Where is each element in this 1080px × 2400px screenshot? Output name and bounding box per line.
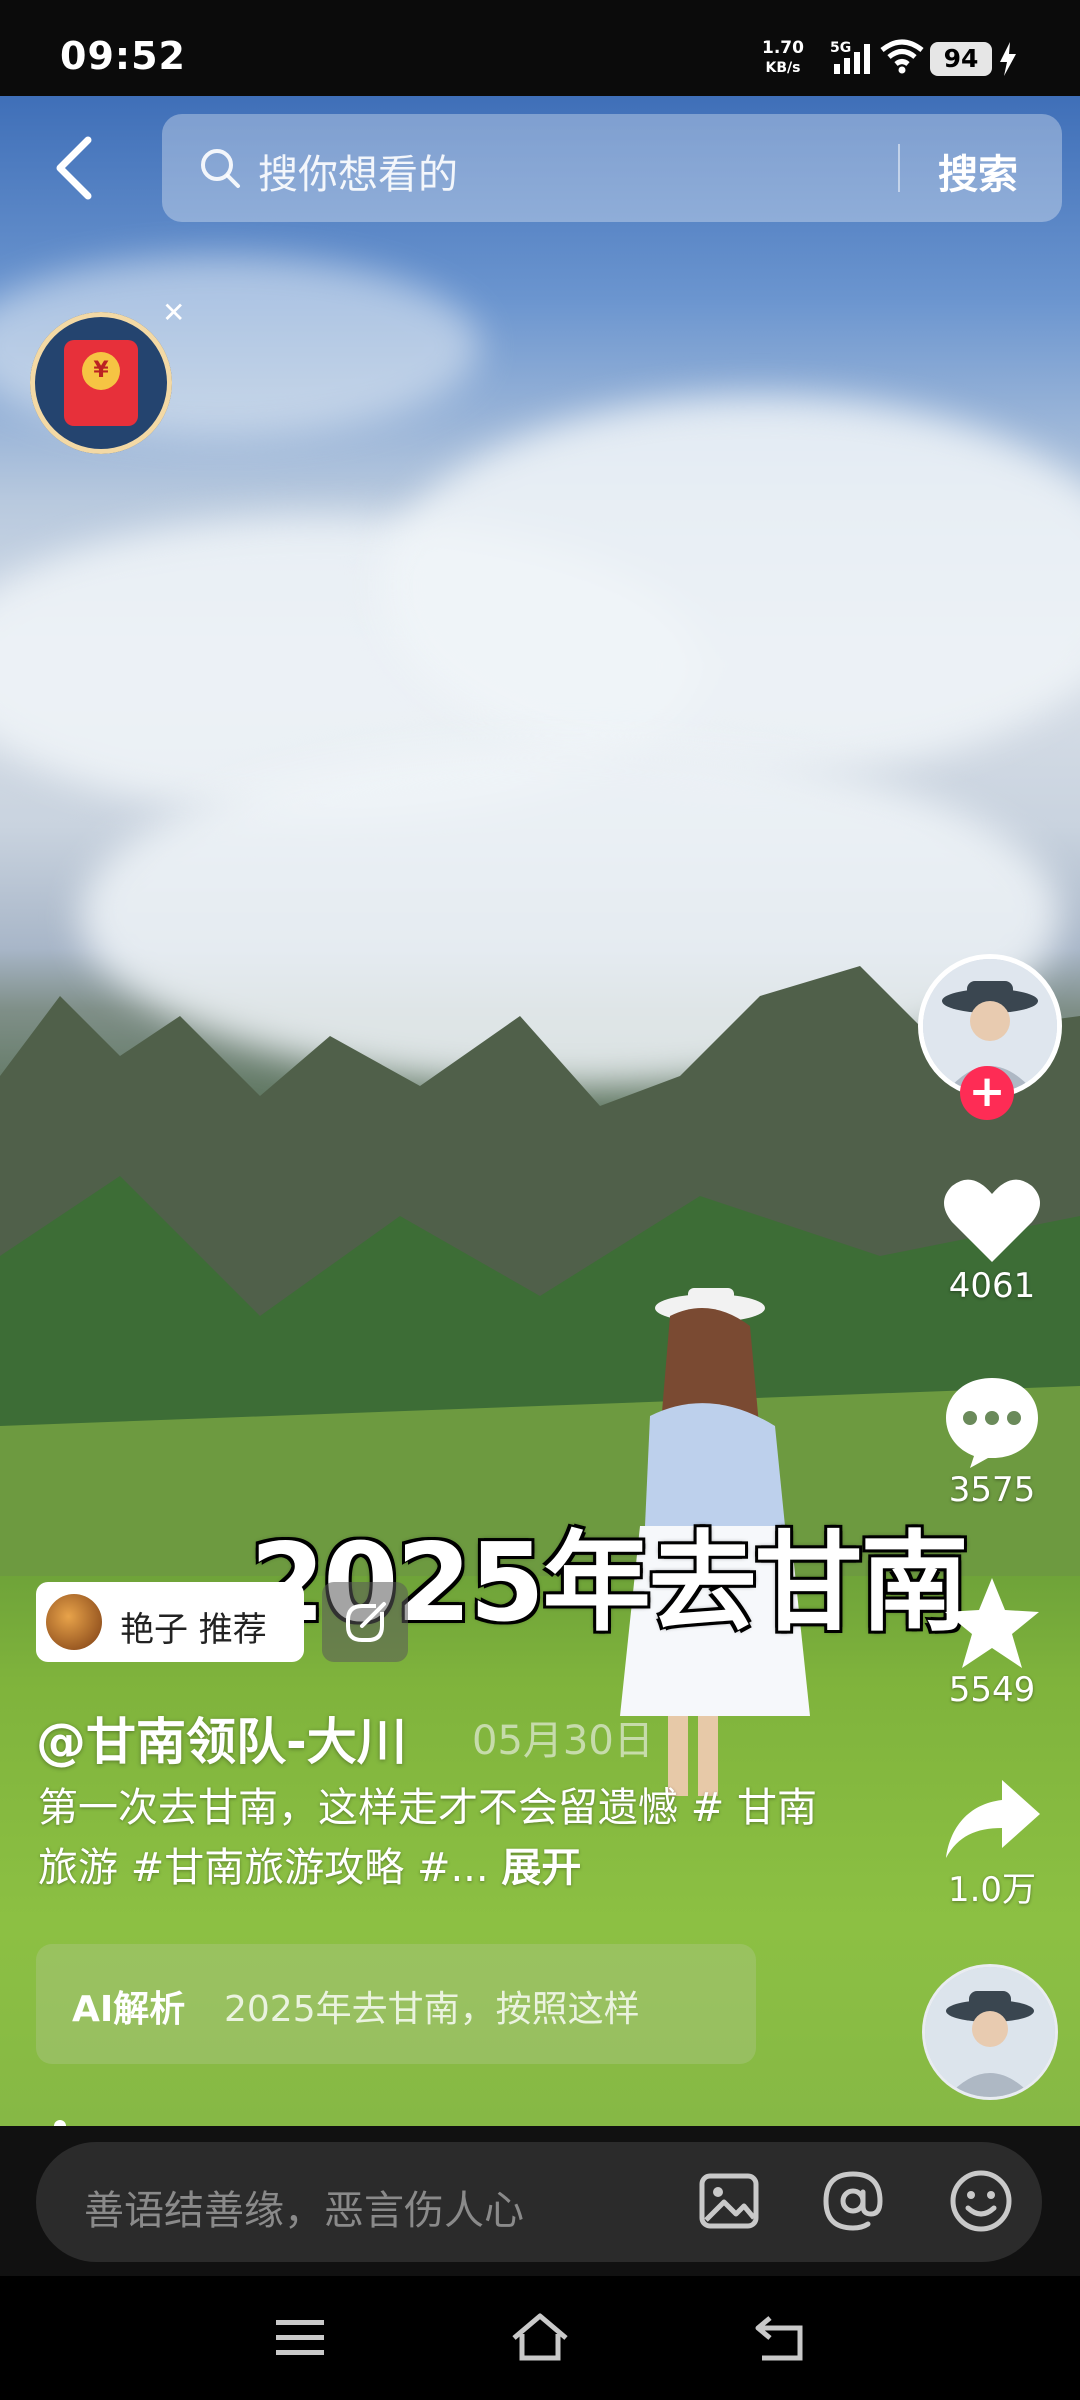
like-button[interactable]: 4061 <box>922 1176 1062 1306</box>
menu-icon[interactable] <box>270 2312 330 2364</box>
recommender-chip[interactable]: 艳子 推荐 <box>36 1582 304 1662</box>
post-date: 05月30日 <box>472 1718 654 1764</box>
red-packet-widget[interactable]: ¥ <box>30 312 172 454</box>
search-divider <box>898 144 900 192</box>
share-count: 1.0万 <box>947 1870 1037 1910</box>
network-type: 5G <box>830 40 851 56</box>
edit-recommend-button[interactable] <box>322 1582 408 1662</box>
music-disc-avatar[interactable] <box>922 1964 1058 2100</box>
search-button[interactable]: 搜索 <box>938 142 1018 200</box>
like-count: 4061 <box>948 1266 1036 1306</box>
recommender-avatar <box>46 1594 102 1650</box>
expand-link[interactable]: 展开 <box>501 1845 581 1891</box>
comment-input[interactable]: 善语结善缘，恶言伤人心 <box>36 2142 1042 2262</box>
ai-analysis-text: 2025年去甘南，按照这样 <box>224 1989 640 2030</box>
author-name[interactable]: @甘南领队-大川 <box>36 1702 407 1774</box>
search-icon <box>201 149 240 188</box>
home-icon[interactable] <box>510 2312 570 2364</box>
comment-icon <box>946 1378 1038 1468</box>
post-description[interactable]: 第一次去甘南，这样走才不会留遗憾 # 甘南旅游 #甘南旅游攻略 #... 展开 <box>38 1778 818 1898</box>
follow-button[interactable]: + <box>960 1066 1014 1120</box>
favorite-button[interactable]: 5549 <box>922 1576 1062 1710</box>
favorite-count: 5549 <box>948 1670 1036 1710</box>
comment-button[interactable]: 3575 <box>922 1374 1062 1510</box>
at-icon[interactable] <box>820 2168 886 2234</box>
comment-placeholder: 善语结善缘，恶言伤人心 <box>84 2188 524 2234</box>
comment-count: 3575 <box>948 1470 1036 1510</box>
search-input[interactable]: 搜你想看的 <box>258 142 458 200</box>
share-icon <box>946 1780 1040 1858</box>
wifi-icon <box>880 39 924 74</box>
star-icon <box>945 1578 1039 1668</box>
battery-level: 94 <box>930 42 992 76</box>
charging-icon <box>1000 42 1016 76</box>
network-speed-value: 1.70 <box>762 38 804 58</box>
ai-analysis-label: AI解析 <box>72 1989 186 2030</box>
network-speed-unit: KB/s <box>765 60 801 76</box>
edit-icon <box>346 1602 386 1642</box>
mountains <box>0 966 1080 1576</box>
back-nav-icon[interactable] <box>750 2312 810 2364</box>
ai-analysis-box[interactable]: AI解析 2025年去甘南，按照这样 <box>36 1944 756 2064</box>
image-icon[interactable] <box>696 2168 762 2234</box>
red-packet-coin-icon: ¥ <box>82 352 120 390</box>
close-icon[interactable]: ✕ <box>162 296 185 329</box>
status-bar: 09:52 1.70 KB/s 5G 94 <box>0 0 1080 96</box>
network-speed: 1.70 KB/s <box>762 38 804 78</box>
back-icon[interactable] <box>46 128 102 208</box>
emoji-icon[interactable] <box>948 2168 1014 2234</box>
recommender-label: 艳子 推荐 <box>120 1610 267 1650</box>
share-button[interactable]: 1.0万 <box>922 1776 1062 1911</box>
description-text: 第一次去甘南，这样走才不会留遗憾 # 甘南旅游 #甘南旅游攻略 #... <box>38 1785 817 1891</box>
search-bar[interactable]: 搜你想看的 搜索 <box>162 114 1062 222</box>
heart-icon <box>944 1179 1040 1262</box>
status-time: 09:52 <box>60 34 186 78</box>
signal-icon: 5G <box>830 40 870 74</box>
